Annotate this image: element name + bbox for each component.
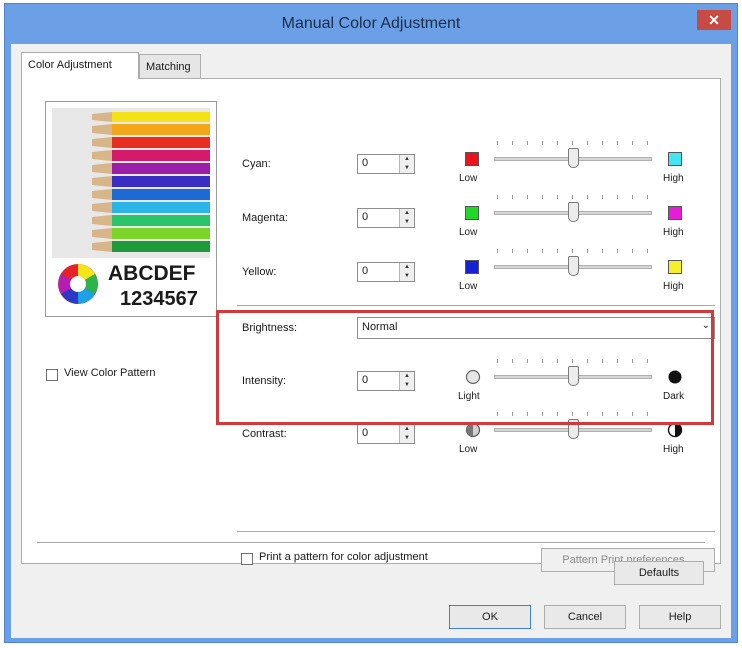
ok-button[interactable]: OK: [449, 605, 531, 629]
yellow-slider-thumb[interactable]: [568, 256, 579, 276]
magenta-low-swatch: [465, 206, 479, 220]
separator-top: [237, 305, 715, 306]
title-bar[interactable]: Manual Color Adjustment ✕: [5, 4, 737, 44]
magenta-high-label: High: [663, 227, 684, 238]
cyan-low-label: Low: [459, 173, 478, 184]
preview-text-line1: ABCDEF: [108, 262, 196, 285]
cyan-high-label: High: [663, 173, 684, 184]
spin-down-icon[interactable]: ▼: [400, 164, 414, 173]
cyan-label: Cyan:: [242, 158, 271, 170]
cyan-slider-thumb[interactable]: [568, 148, 579, 168]
view-color-pattern-checkbox[interactable]: [46, 369, 58, 381]
separator-bottom: [237, 531, 715, 532]
spin-up-icon[interactable]: ▲: [400, 425, 414, 434]
yellow-high-label: High: [663, 281, 684, 292]
magenta-value: 0: [362, 211, 369, 223]
cyan-high-swatch: [668, 152, 682, 166]
spin-down-icon[interactable]: ▼: [400, 218, 414, 227]
spin-down-icon[interactable]: ▼: [400, 272, 414, 281]
preview-text-line2: 1234567: [120, 288, 198, 310]
color-preview: ABCDEF 1234567: [45, 101, 217, 317]
contrast-high-label: High: [663, 444, 684, 455]
yellow-spinbox[interactable]: 0 ▲ ▼: [357, 262, 415, 282]
contrast-value: 0: [362, 427, 369, 439]
contrast-label: Contrast:: [242, 428, 287, 440]
spin-down-icon[interactable]: ▼: [400, 434, 414, 443]
contrast-spin-buttons[interactable]: ▲ ▼: [399, 425, 414, 443]
spin-up-icon[interactable]: ▲: [400, 209, 414, 218]
print-pattern-label: Print a pattern for color adjustment: [259, 551, 428, 563]
cancel-button[interactable]: Cancel: [544, 605, 626, 629]
magenta-low-label: Low: [459, 227, 478, 238]
spin-up-icon[interactable]: ▲: [400, 155, 414, 164]
yellow-low-label: Low: [459, 281, 478, 292]
magenta-high-swatch: [668, 206, 682, 220]
contrast-spinbox[interactable]: 0 ▲ ▼: [357, 424, 415, 444]
colored-pencils-image: [52, 108, 210, 258]
yellow-value: 0: [362, 265, 369, 277]
magenta-slider-ticks: [497, 195, 649, 199]
cyan-slider-ticks: [497, 141, 649, 145]
spin-up-icon[interactable]: ▲: [400, 263, 414, 272]
contrast-low-label: Low: [459, 444, 478, 455]
help-button[interactable]: Help: [639, 605, 721, 629]
magenta-slider-thumb[interactable]: [568, 202, 579, 222]
cyan-spinbox[interactable]: 0 ▲ ▼: [357, 154, 415, 174]
pencil-bars: [92, 112, 210, 252]
window-title: Manual Color Adjustment: [281, 15, 461, 32]
yellow-slider-ticks: [497, 249, 649, 253]
dialog-separator: [37, 542, 705, 543]
magenta-spinbox[interactable]: 0 ▲ ▼: [357, 208, 415, 228]
view-color-pattern-label: View Color Pattern: [64, 367, 156, 379]
cyan-low-swatch: [465, 152, 479, 166]
cyan-value: 0: [362, 157, 369, 169]
print-pattern-checkbox[interactable]: [241, 553, 253, 565]
yellow-label: Yellow:: [242, 266, 277, 278]
yellow-low-swatch: [465, 260, 479, 274]
magenta-label: Magenta:: [242, 212, 288, 224]
tab-matching[interactable]: Matching: [139, 54, 201, 78]
tab-color-adjustment[interactable]: Color Adjustment: [21, 52, 139, 79]
yellow-spin-buttons[interactable]: ▲ ▼: [399, 263, 414, 281]
magenta-spin-buttons[interactable]: ▲ ▼: [399, 209, 414, 227]
color-wheel-icon: [58, 264, 98, 304]
yellow-high-swatch: [668, 260, 682, 274]
defaults-button[interactable]: Defaults: [614, 561, 704, 585]
close-button[interactable]: ✕: [697, 10, 731, 30]
cyan-spin-buttons[interactable]: ▲ ▼: [399, 155, 414, 173]
highlight-box: [216, 310, 714, 425]
